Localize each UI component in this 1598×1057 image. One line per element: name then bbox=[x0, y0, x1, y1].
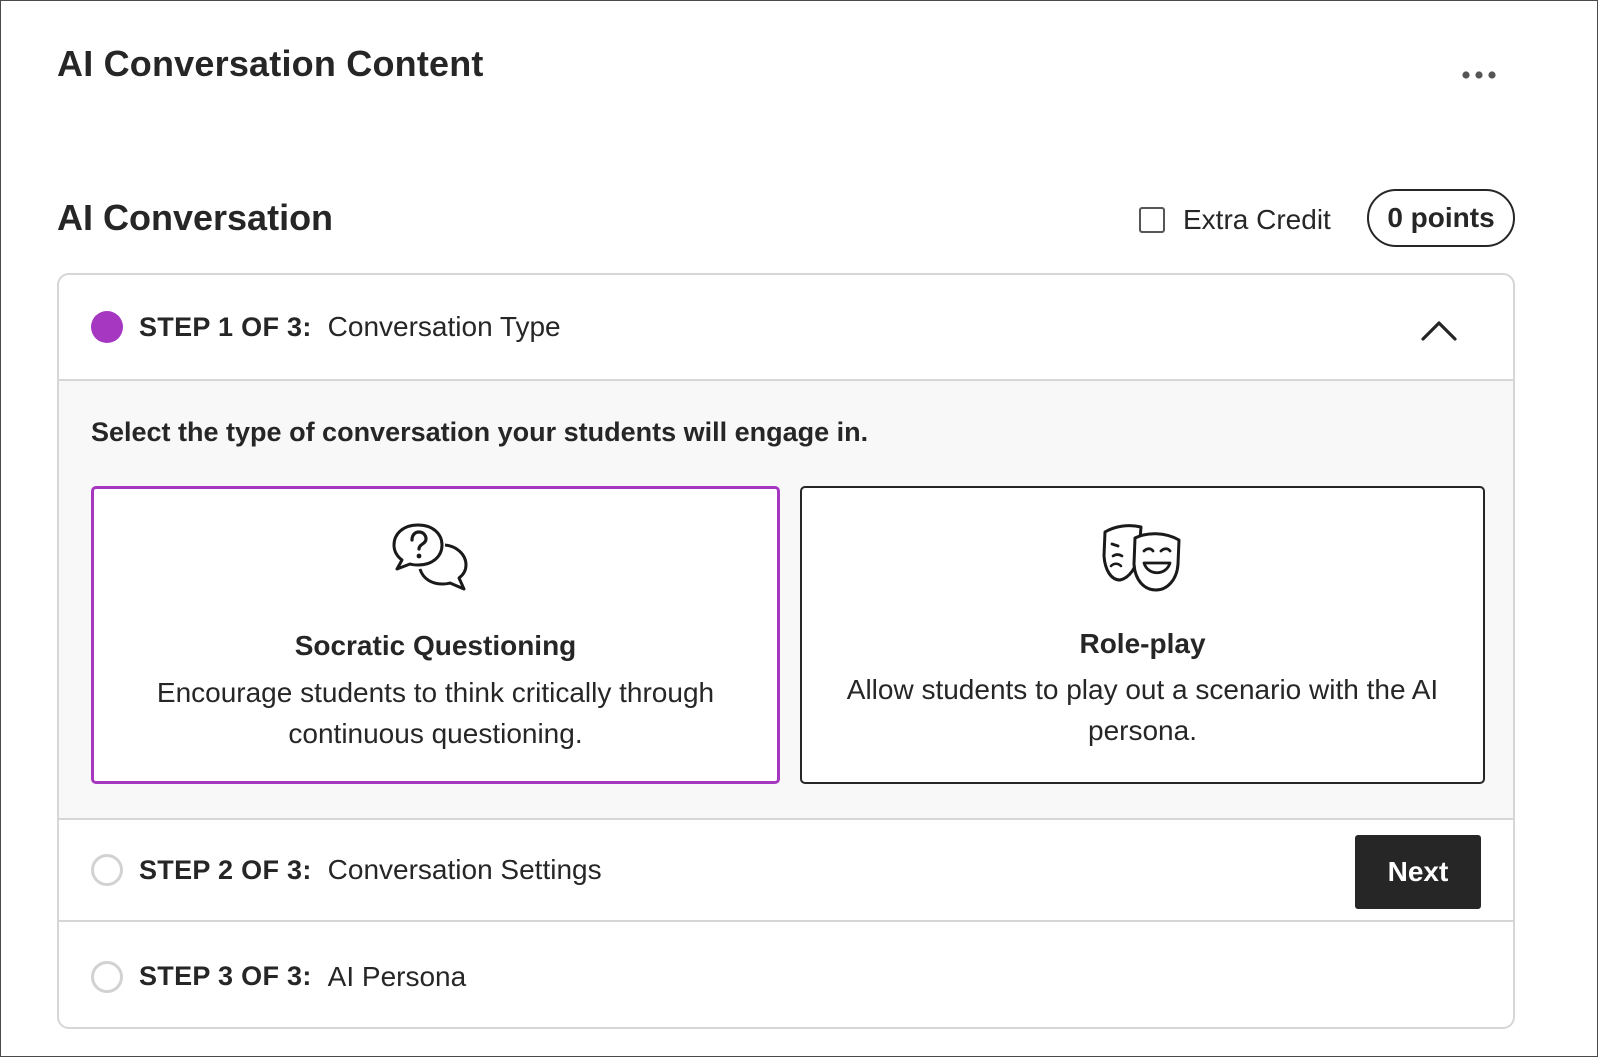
step-1-label: STEP 1 OF 3: bbox=[139, 311, 312, 342]
points-button[interactable]: 0 points bbox=[1367, 189, 1515, 247]
step-2-name: Conversation Settings bbox=[327, 854, 602, 885]
page-title: AI Conversation Content bbox=[57, 43, 484, 84]
role-play-option[interactable]: Role-play Allow students to play out a s… bbox=[800, 486, 1485, 784]
chevron-up-icon bbox=[1421, 321, 1457, 341]
step-1-name: Conversation Type bbox=[327, 311, 561, 342]
section-title: AI Conversation bbox=[57, 197, 334, 238]
more-horizontal-icon bbox=[1462, 71, 1496, 79]
step-3-inactive-indicator bbox=[91, 960, 123, 993]
socratic-questioning-title: Socratic Questioning bbox=[294, 630, 577, 661]
step-3-label: STEP 3 OF 3: bbox=[139, 961, 312, 991]
step-2-label: STEP 2 OF 3: bbox=[139, 854, 312, 885]
theater-masks-icon bbox=[1102, 524, 1180, 592]
more-options-button[interactable] bbox=[1453, 59, 1505, 91]
steps-accordion: STEP 1 OF 3: Conversation Type Select th… bbox=[57, 273, 1515, 1029]
collapse-step-1-button[interactable] bbox=[1417, 309, 1461, 349]
step-1-instruction: Select the type of conversation your stu… bbox=[91, 417, 869, 447]
question-speech-bubbles-icon bbox=[392, 523, 467, 591]
step-1-active-indicator bbox=[91, 311, 123, 343]
content-panel: AI Conversation Content AI Conversation … bbox=[0, 0, 1598, 1057]
step-2-inactive-indicator bbox=[91, 854, 123, 886]
socratic-questioning-description: Encourage students to think critically t… bbox=[156, 677, 715, 749]
extra-credit-toggle[interactable]: Extra Credit bbox=[1139, 201, 1331, 239]
step-3-header[interactable]: STEP 3 OF 3: AI Persona bbox=[59, 924, 1513, 1027]
socratic-questioning-option[interactable]: Socratic Questioning Encourage students … bbox=[91, 486, 780, 784]
step-1-header[interactable]: STEP 1 OF 3: Conversation Type bbox=[59, 275, 1513, 381]
step-2-header[interactable]: STEP 2 OF 3: Conversation Settings Next bbox=[59, 818, 1513, 922]
role-play-description: Allow students to play out a scenario wi… bbox=[846, 674, 1439, 746]
extra-credit-label: Extra Credit bbox=[1183, 204, 1331, 235]
extra-credit-checkbox[interactable] bbox=[1139, 207, 1165, 233]
step-3-name: AI Persona bbox=[327, 960, 467, 992]
step-1-body: Select the type of conversation your stu… bbox=[59, 381, 1513, 818]
role-play-title: Role-play bbox=[1079, 628, 1206, 659]
next-button[interactable]: Next bbox=[1355, 835, 1481, 909]
